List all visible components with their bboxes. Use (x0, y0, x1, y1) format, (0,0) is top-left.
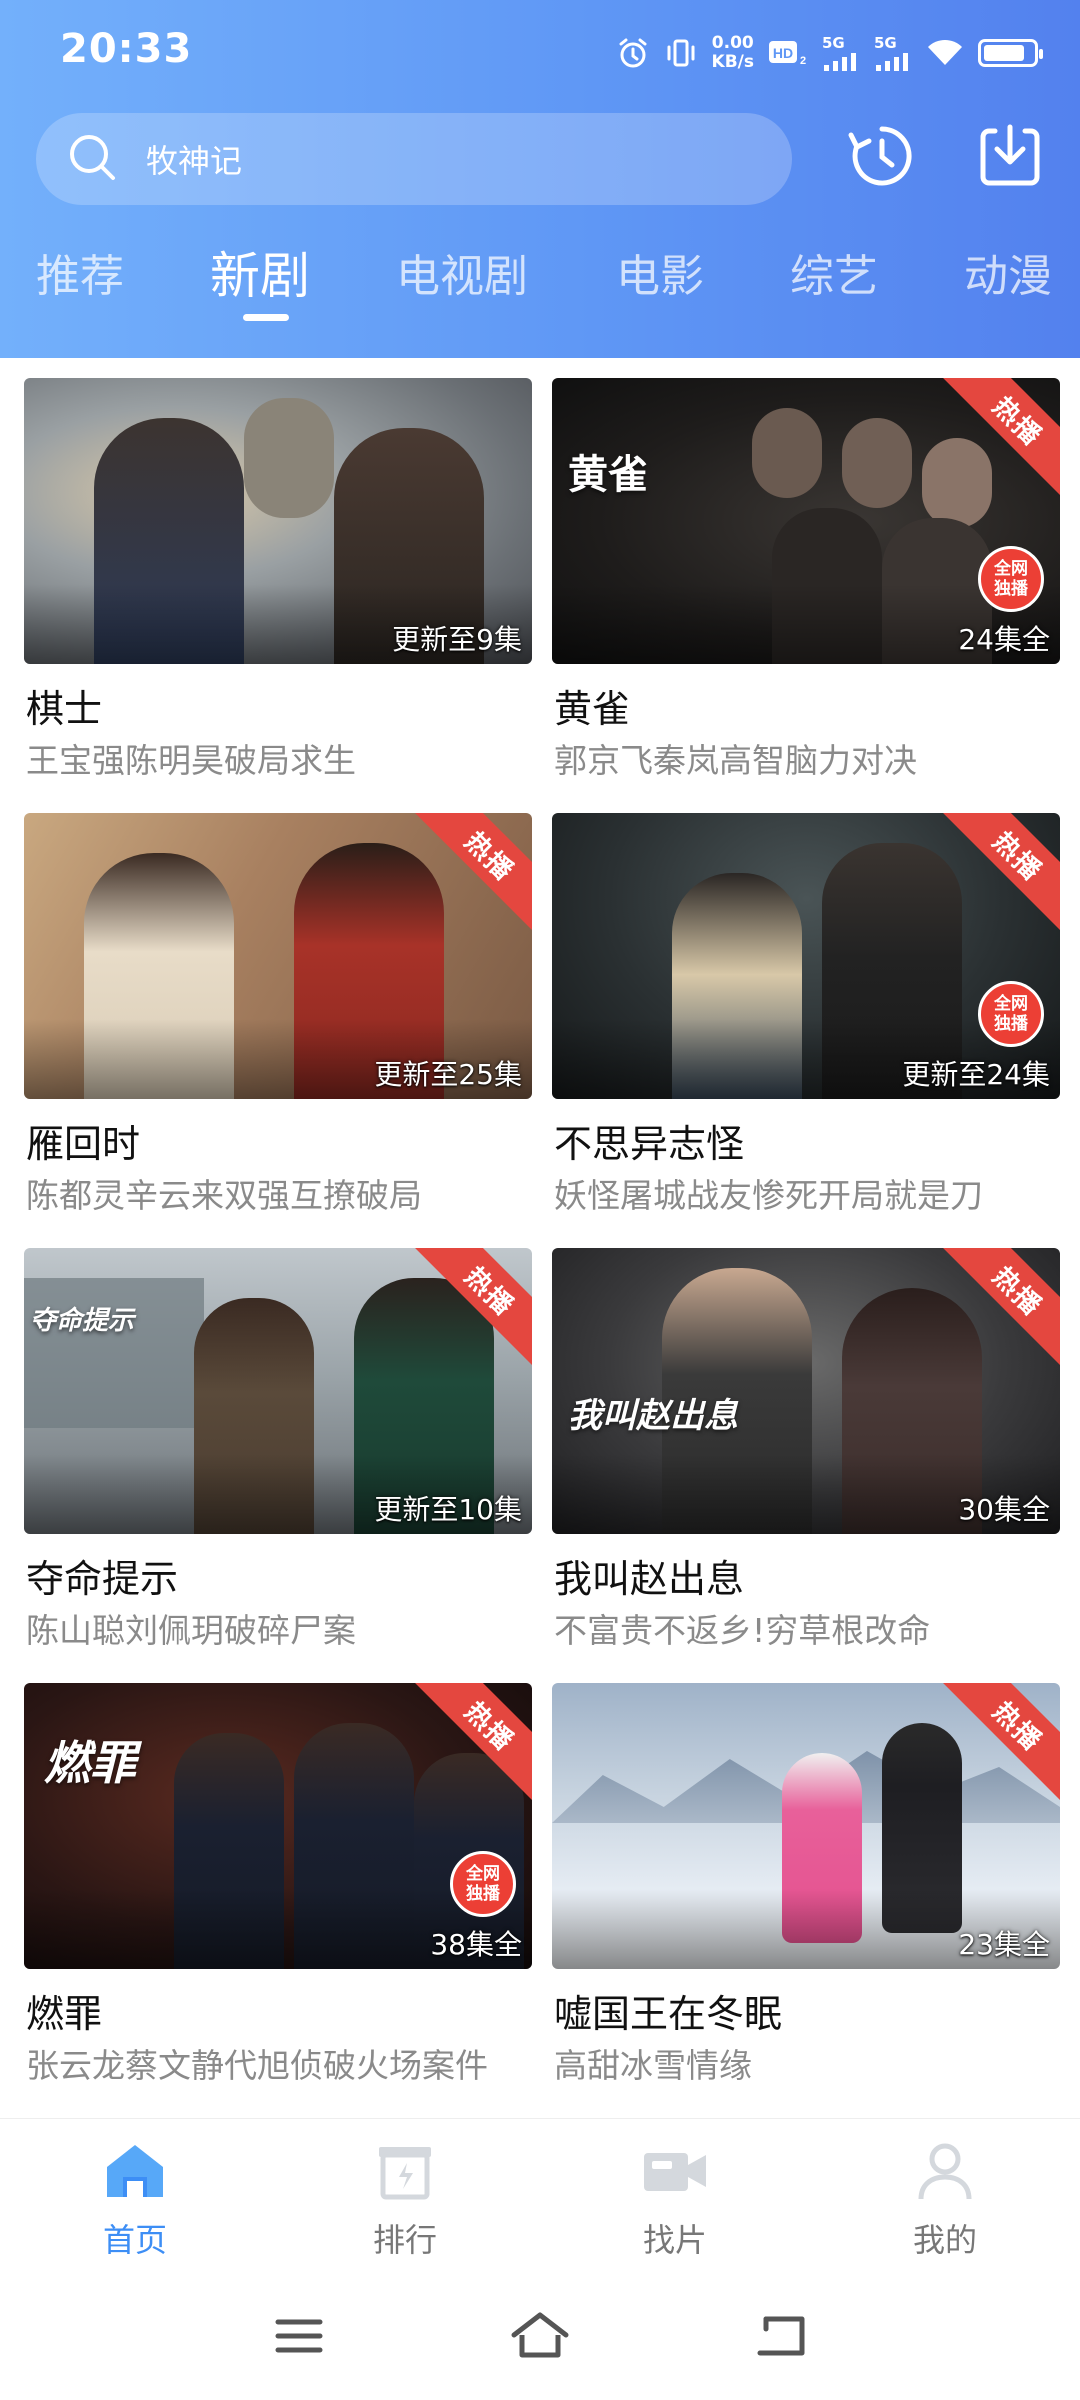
exclusive-badge: 全网 独播 (450, 1851, 516, 1917)
user-icon (913, 2141, 977, 2205)
episode-badge: 38集全 (430, 1928, 522, 1961)
bottom-navigation: 首页 排行 找片 我的 (0, 2118, 1080, 2268)
signal-sim1: 5G (822, 35, 860, 71)
episode-badge: 24集全 (958, 623, 1050, 656)
svg-text:2: 2 (800, 55, 806, 67)
show-poster[interactable]: 黄雀 热播 全网 独播 24集全 (552, 378, 1060, 664)
episode-badge: 23集全 (958, 1928, 1050, 1961)
show-title: 不思异志怪 (554, 1122, 745, 1166)
episode-badge: 更新至10集 (374, 1493, 522, 1526)
status-icons: 0.00 KB/s HD 2 5G 5G (616, 28, 1043, 78)
show-card[interactable]: 热播 更新至25集 雁回时 陈都灵辛云来双强互撩破局 (24, 813, 532, 1215)
show-title: 雁回时 (26, 1122, 141, 1166)
status-bar: 20:33 0.00 KB/s HD 2 5G 5G (0, 0, 1080, 105)
show-subtitle: 陈都灵辛云来双强互撩破局 (26, 1176, 422, 1215)
system-home-icon (510, 2311, 570, 2365)
tab-variety[interactable]: 综艺 (790, 240, 878, 304)
show-poster[interactable]: 热播 全网 独播 更新至24集 (552, 813, 1060, 1099)
tab-tv-series[interactable]: 电视剧 (396, 240, 528, 304)
show-card[interactable]: 热播 全网 独播 更新至24集 不思异志怪 妖怪屠城战友惨死开局就是刀 (552, 813, 1060, 1215)
show-subtitle: 郭京飞秦岚高智脑力对决 (554, 741, 917, 780)
tab-movie[interactable]: 电影 (616, 240, 704, 304)
exclusive-badge: 全网 独播 (978, 546, 1044, 612)
episode-badge: 30集全 (958, 1493, 1050, 1526)
hd-voice-icon: HD 2 (768, 38, 808, 68)
episode-badge: 更新至25集 (374, 1058, 522, 1091)
show-poster[interactable]: 我叫赵出息 热播 30集全 (552, 1248, 1060, 1534)
show-card[interactable]: 夺命提示 热播 更新至10集 夺命提示 陈山聪刘佩玥破碎尸案 (24, 1248, 532, 1650)
nav-home[interactable]: 首页 (75, 2141, 195, 2261)
poster-logo: 燃罪 (44, 1736, 136, 1790)
show-card[interactable]: 更新至9集 棋士 王宝强陈明昊破局求生 (24, 378, 532, 780)
ranking-icon (373, 2141, 437, 2205)
app-header: 20:33 0.00 KB/s HD 2 5G 5G 牧神记 推荐 新剧 电视剧… (0, 0, 1080, 358)
show-subtitle: 不富贵不返乡!穷草根改命 (554, 1611, 931, 1650)
show-subtitle: 高甜冰雪情缘 (554, 2046, 752, 2085)
history-icon (847, 121, 917, 195)
category-tabs: 推荐 新剧 电视剧 电影 综艺 动漫 (0, 240, 1080, 330)
search-query: 牧神记 (146, 142, 243, 180)
show-subtitle: 张云龙蔡文静代旭侦破火场案件 (26, 2046, 488, 2085)
show-title: 夺命提示 (26, 1557, 179, 1601)
menu-icon (274, 2316, 324, 2360)
nav-find-video[interactable]: 找片 (615, 2141, 735, 2261)
show-poster[interactable]: 热播 更新至25集 (24, 813, 532, 1099)
show-card[interactable]: 我叫赵出息 热播 30集全 我叫赵出息 不富贵不返乡!穷草根改命 (552, 1248, 1060, 1650)
nav-mine[interactable]: 我的 (885, 2141, 1005, 2261)
exclusive-badge: 全网 独播 (978, 981, 1044, 1047)
show-poster[interactable]: 燃罪 热播 全网 独播 38集全 (24, 1683, 532, 1969)
poster-logo: 黄雀 (568, 451, 648, 498)
home-icon (103, 2141, 167, 2205)
signal-sim2: 5G (874, 35, 912, 71)
show-poster[interactable]: 夺命提示 热播 更新至10集 (24, 1248, 532, 1534)
wifi-icon (926, 38, 964, 68)
nav-label: 排行 (372, 2221, 437, 2259)
show-card[interactable]: 黄雀 热播 全网 独播 24集全 黄雀 郭京飞秦岚高智脑力对决 (552, 378, 1060, 780)
poster-logo: 夺命提示 (30, 1306, 135, 1336)
nav-ranking[interactable]: 排行 (345, 2141, 465, 2261)
status-time: 20:33 (60, 26, 193, 72)
nav-label: 找片 (642, 2221, 707, 2259)
download-button[interactable] (970, 118, 1050, 198)
system-home-button[interactable] (505, 2308, 575, 2368)
alarm-icon (616, 36, 650, 70)
history-button[interactable] (842, 118, 922, 198)
show-poster[interactable]: 热播 23集全 (552, 1683, 1060, 1969)
show-subtitle: 陈山聪刘佩玥破碎尸案 (26, 1611, 356, 1650)
system-navigation (0, 2268, 1080, 2400)
video-camera-icon (640, 2141, 710, 2205)
vibrate-icon (664, 36, 698, 70)
active-tab-indicator (243, 314, 289, 321)
episode-badge: 更新至9集 (392, 623, 522, 656)
nav-label: 首页 (102, 2221, 167, 2259)
show-card[interactable]: 热播 23集全 嘘国王在冬眠 高甜冰雪情缘 (552, 1683, 1060, 2085)
show-title: 棋士 (26, 687, 103, 731)
show-poster[interactable]: 更新至9集 (24, 378, 532, 664)
nav-label: 我的 (912, 2221, 977, 2259)
episode-badge: 更新至24集 (902, 1058, 1050, 1091)
menu-button[interactable] (264, 2308, 334, 2368)
search-input[interactable]: 牧神记 (36, 113, 792, 205)
show-title: 黄雀 (554, 687, 631, 731)
search-icon (66, 131, 118, 187)
show-title: 嘘国王在冬眠 (554, 1992, 783, 2036)
show-title: 我叫赵出息 (554, 1557, 745, 1601)
battery-icon (978, 39, 1043, 67)
svg-text:HD: HD (773, 45, 793, 61)
show-title: 燃罪 (26, 1992, 103, 2036)
show-subtitle: 王宝强陈明昊破局求生 (26, 741, 356, 780)
back-icon (752, 2313, 808, 2363)
show-card[interactable]: 燃罪 热播 全网 独播 38集全 燃罪 张云龙蔡文静代旭侦破火场案件 (24, 1683, 532, 2085)
download-icon (975, 121, 1045, 195)
tab-anime[interactable]: 动漫 (964, 240, 1052, 304)
back-button[interactable] (745, 2308, 815, 2368)
network-speed: 0.00 KB/s (711, 33, 754, 72)
tab-recommend[interactable]: 推荐 (36, 240, 124, 304)
show-subtitle: 妖怪屠城战友惨死开局就是刀 (554, 1176, 983, 1215)
tab-new-drama[interactable]: 新剧 (210, 236, 310, 308)
poster-logo: 我叫赵出息 (568, 1396, 738, 1436)
